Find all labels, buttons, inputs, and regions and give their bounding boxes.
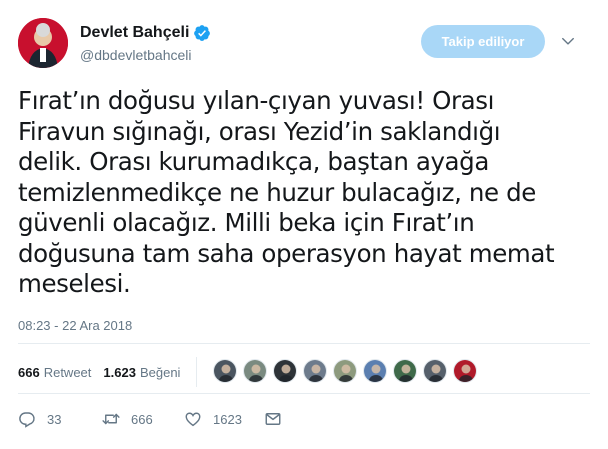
user-name[interactable]: Devlet Bahçeli: [80, 24, 189, 42]
liker-avatar-7[interactable]: [393, 359, 417, 383]
liker-avatar-3[interactable]: [273, 359, 297, 383]
tweet-text-line: Fırat’ın doğusu yılan-çıyan yuvası! Oras…: [18, 86, 495, 115]
tweet-stats: 666 Retweet 1.623 Beğeni: [18, 357, 205, 387]
tweet-text: Fırat’ın doğusu yılan-çıyan yuvası! Oras…: [18, 86, 578, 300]
tweet-actions: 33 666 1623: [18, 407, 282, 431]
retweet-label[interactable]: Retweet: [44, 365, 92, 380]
verified-badge-icon: [194, 25, 211, 41]
divider: [18, 393, 590, 394]
like-action-count: 1623: [213, 411, 242, 427]
user-avatar[interactable]: [18, 18, 68, 68]
tweet-text-line: meselesi.: [18, 269, 131, 298]
retweet-count[interactable]: 666: [18, 365, 40, 380]
tweet-text-line: delik. Orası kurumadıkça, baştan ayağa: [18, 147, 489, 176]
tweet-header: Devlet Bahçeli @dbdevletbahceli Takip ed…: [0, 0, 608, 80]
heart-icon: [185, 412, 201, 427]
like-button[interactable]: 1623: [184, 410, 264, 428]
envelope-icon: [265, 413, 281, 425]
chevron-down-icon[interactable]: [561, 34, 575, 48]
liker-avatar-4[interactable]: [303, 359, 327, 383]
liker-avatar-6[interactable]: [363, 359, 387, 383]
liker-avatar-2[interactable]: [243, 359, 267, 383]
liker-avatars: [213, 359, 477, 383]
tweet-text-line: doğusuna tam saha operasyon hayat memat: [18, 238, 555, 268]
user-handle[interactable]: @dbdevletbahceli: [80, 47, 192, 63]
retweet-action-count: 666: [131, 411, 153, 427]
tweet-text-line: güvenli olacağız. Milli beka için Fırat’…: [18, 208, 475, 237]
direct-message-button[interactable]: [264, 410, 282, 428]
name-row: Devlet Bahçeli: [80, 24, 211, 42]
following-button[interactable]: Takip ediliyor: [421, 25, 545, 58]
retweet-icon: [102, 413, 120, 425]
liker-avatar-8[interactable]: [423, 359, 447, 383]
tweet-text-line: Firavun sığınağı, orası Yezid’in sakland…: [18, 116, 501, 146]
tweet-text-line: temizlenmedikçe ne huzur bulacağız, ne d…: [18, 177, 536, 207]
liker-avatar-5[interactable]: [333, 359, 357, 383]
tweet-timestamp[interactable]: 08:23 - 22 Ara 2018: [18, 318, 132, 333]
retweet-button[interactable]: 666: [102, 410, 184, 428]
divider: [18, 343, 590, 344]
stats-separator: [196, 357, 198, 387]
like-count[interactable]: 1.623: [103, 365, 136, 380]
like-label[interactable]: Beğeni: [140, 365, 180, 380]
reply-icon: [19, 412, 35, 428]
reply-count: 33: [47, 411, 62, 427]
liker-avatar-9[interactable]: [453, 359, 477, 383]
liker-avatar-1[interactable]: [213, 359, 237, 383]
reply-button[interactable]: 33: [18, 410, 102, 428]
